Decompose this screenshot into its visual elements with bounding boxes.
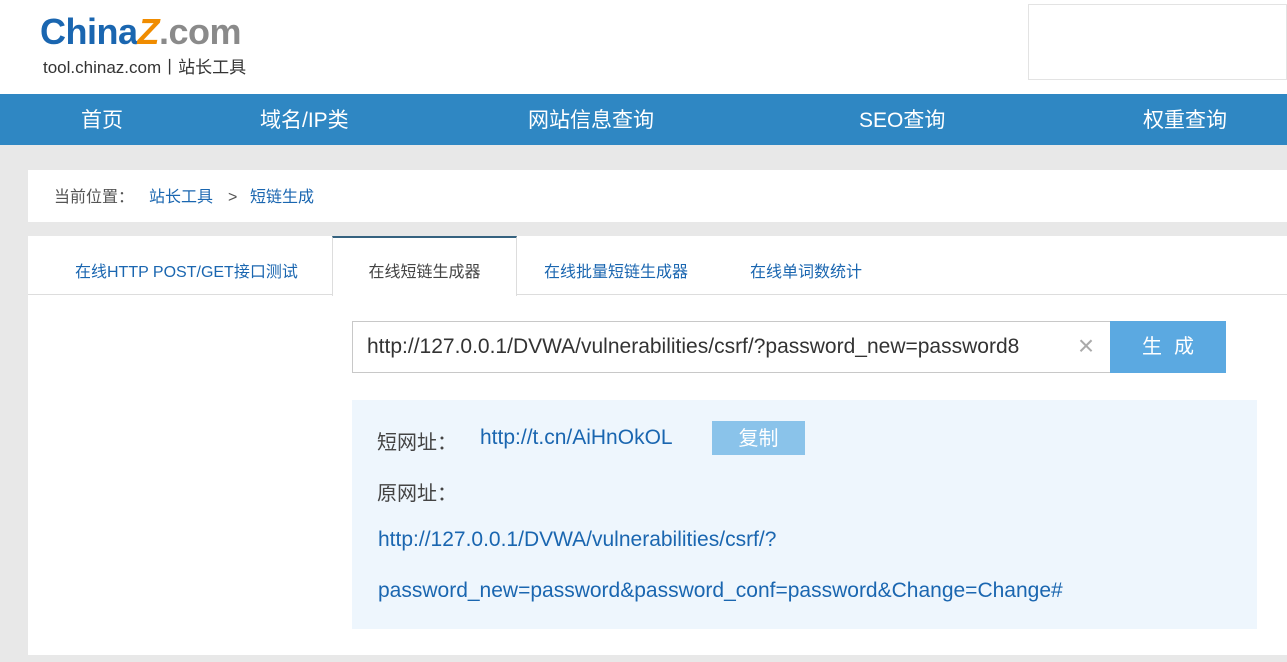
nav-item-site-info[interactable]: 网站信息查询 — [528, 94, 654, 145]
logo-wordmark: ChinaZ.com — [40, 10, 242, 54]
result-panel: 短网址： http://t.cn/AiHnOkOL 复制 原网址： http:/… — [352, 400, 1257, 629]
logo-subtitle: tool.chinaz.com丨站长工具 — [43, 58, 247, 77]
tab-word-count[interactable]: 在线单词数统计 — [750, 236, 862, 295]
breadcrumb-link-shortlink[interactable]: 短链生成 — [250, 170, 314, 225]
tab-short-link[interactable]: 在线短链生成器 — [332, 236, 517, 296]
logo-part-china: China — [40, 11, 138, 52]
generate-button[interactable]: 生成 — [1110, 321, 1226, 373]
short-url-label: 短网址： — [377, 432, 457, 454]
url-input[interactable] — [367, 322, 1067, 372]
nav-item-weight[interactable]: 权重查询 — [1143, 94, 1227, 145]
breadcrumb: 当前位置： 站长工具 > 短链生成 — [28, 170, 1287, 222]
breadcrumb-separator: > — [228, 189, 238, 206]
main-nav: 首页 域名/IP类 网站信息查询 SEO查询 权重查询 — [0, 94, 1287, 145]
header: ChinaZ.com tool.chinaz.com丨站长工具 — [0, 0, 1287, 94]
tab-batch-short-link[interactable]: 在线批量短链生成器 — [544, 236, 688, 295]
tab-http-test[interactable]: 在线HTTP POST/GET接口测试 — [75, 236, 298, 295]
original-url-label: 原网址： — [377, 483, 457, 505]
copy-button[interactable]: 复制 — [712, 421, 805, 455]
nav-item-seo[interactable]: SEO查询 — [859, 94, 945, 145]
url-input-box: × — [352, 321, 1111, 373]
nav-item-home[interactable]: 首页 — [81, 94, 123, 145]
logo-part-z: Z — [137, 11, 160, 52]
clear-icon[interactable]: × — [1074, 331, 1098, 361]
breadcrumb-label: 当前位置： — [54, 189, 135, 206]
logo-part-com: .com — [159, 11, 242, 52]
nav-item-domain-ip[interactable]: 域名/IP类 — [260, 94, 349, 145]
breadcrumb-link-tools[interactable]: 站长工具 — [149, 170, 213, 225]
main-panel: 在线HTTP POST/GET接口测试 在线短链生成器 在线批量短链生成器 在线… — [28, 236, 1287, 655]
short-url-link[interactable]: http://t.cn/AiHnOkOL — [480, 426, 673, 450]
original-url-line1[interactable]: http://127.0.0.1/DVWA/vulnerabilities/cs… — [378, 528, 776, 552]
site-logo[interactable]: ChinaZ.com tool.chinaz.com丨站长工具 — [40, 10, 280, 80]
original-url-line2[interactable]: password_new=password&password_conf=pass… — [378, 579, 1063, 603]
ad-banner — [1028, 4, 1287, 80]
